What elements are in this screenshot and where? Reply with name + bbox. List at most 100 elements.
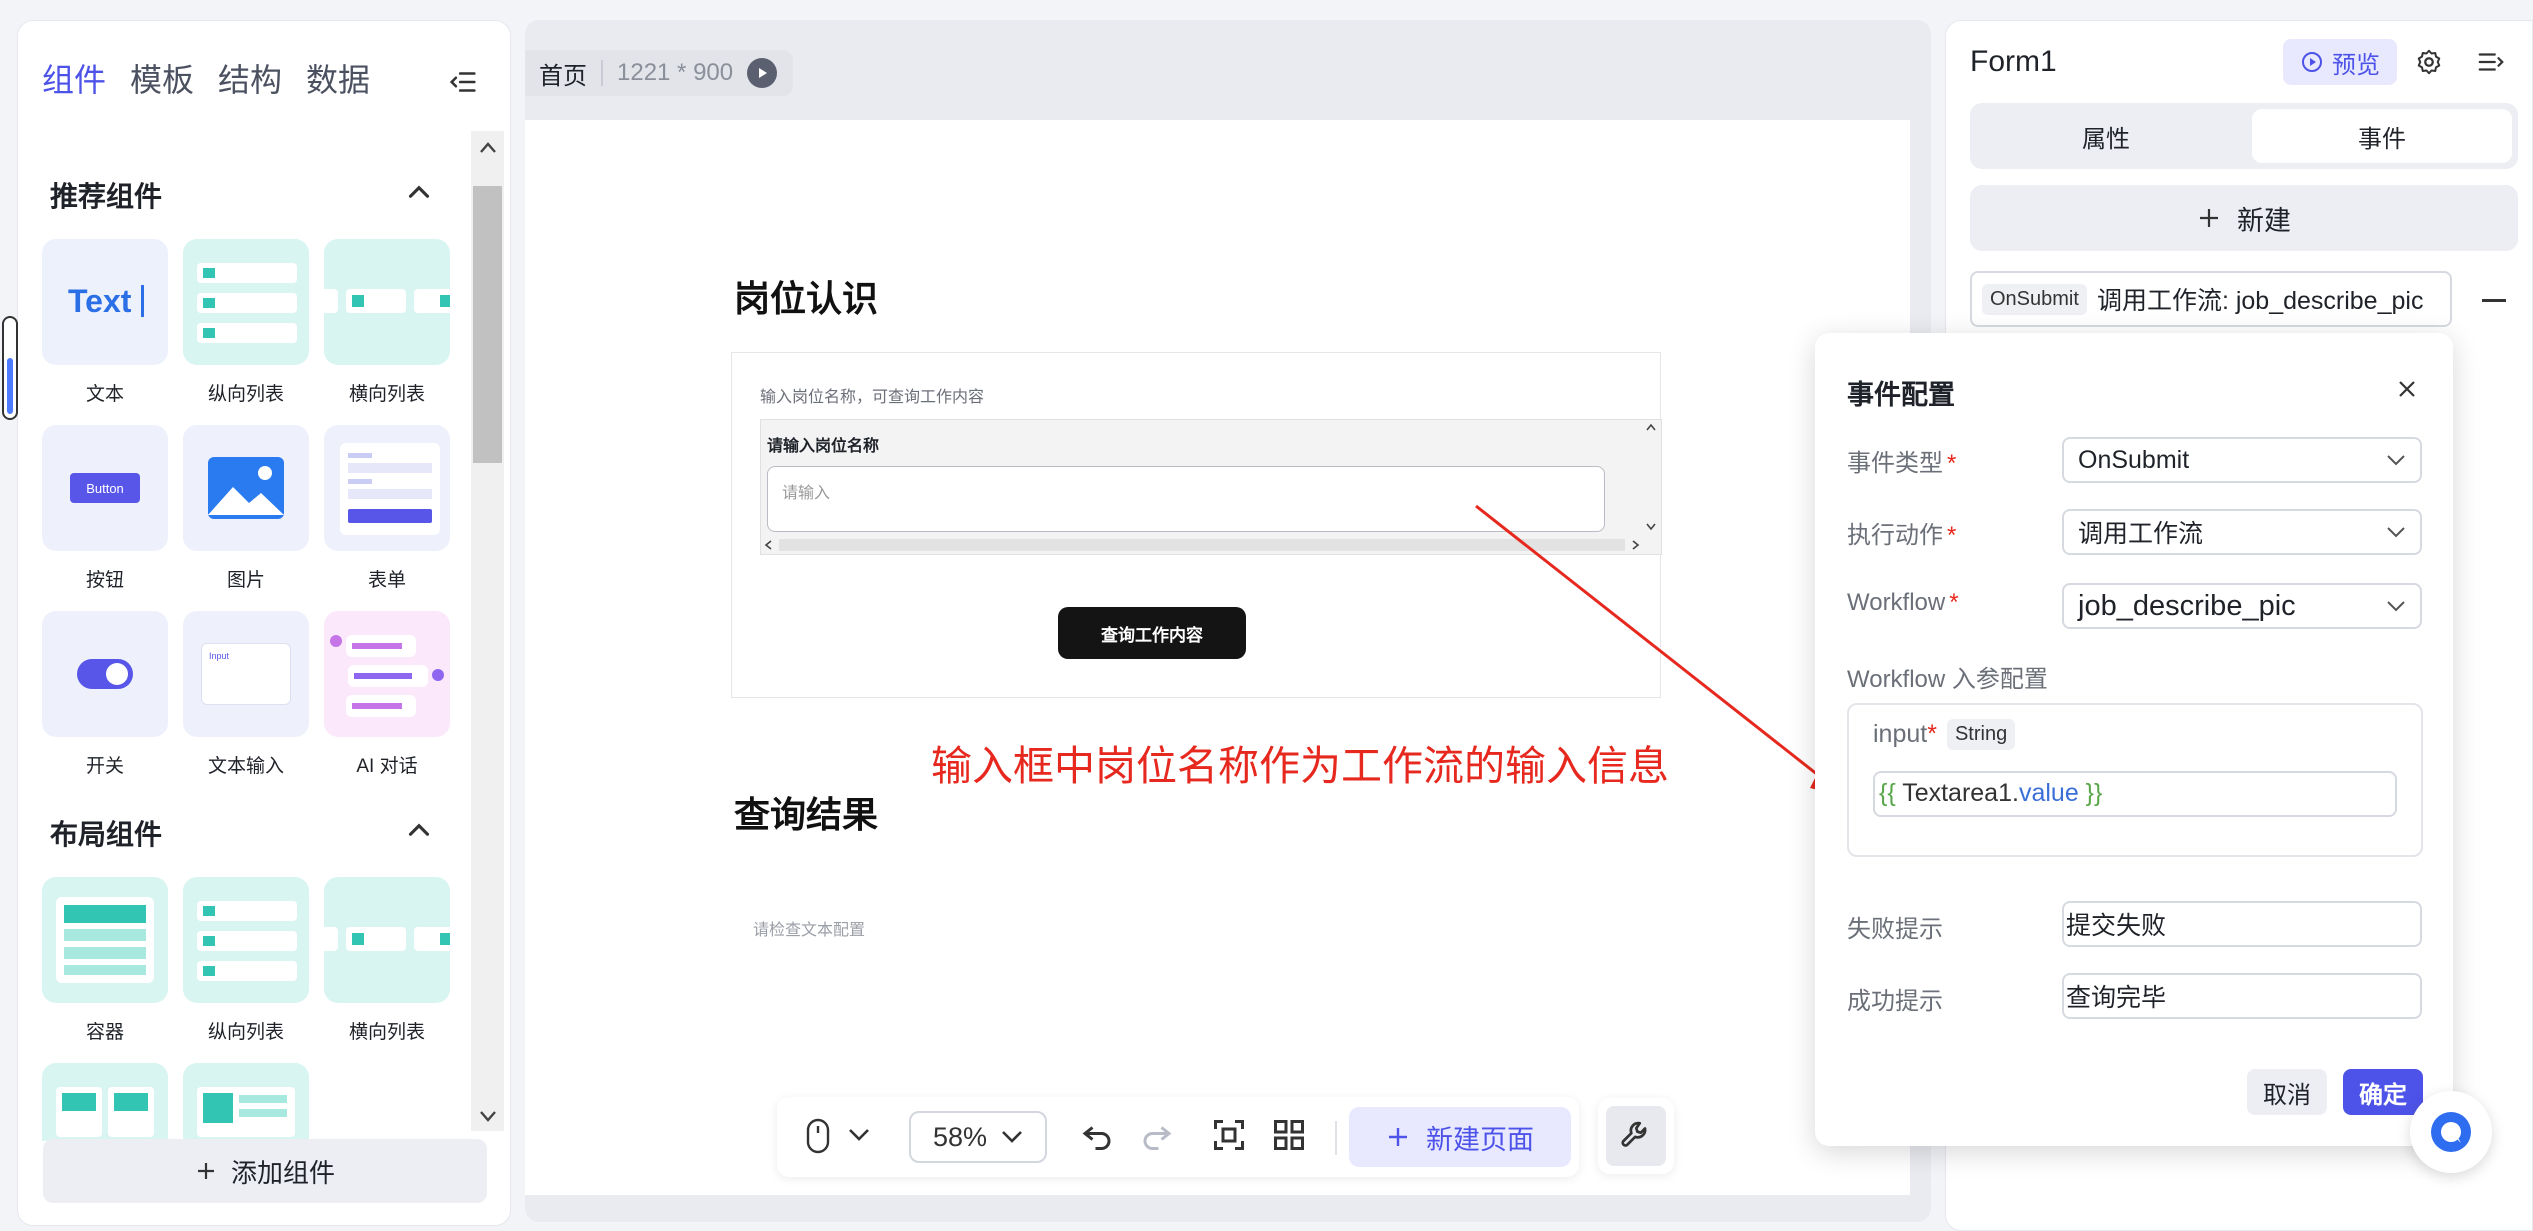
chevron-down-icon[interactable] xyxy=(847,1127,871,1143)
scroll-up-arrow-icon[interactable] xyxy=(471,133,504,163)
component-label: 表单 xyxy=(367,570,406,591)
toolbar-divider xyxy=(1335,1121,1337,1155)
page-name: 首页 xyxy=(539,62,587,90)
component-label: 开关 xyxy=(85,756,124,777)
component-button[interactable]: Button 按钮 xyxy=(42,425,168,592)
component-image[interactable]: 图片 xyxy=(183,425,309,592)
component-card-layout[interactable] xyxy=(183,1063,309,1141)
resize-handle[interactable] xyxy=(2,316,18,420)
param-name: input* String xyxy=(1873,719,2016,750)
card-layout-icon xyxy=(183,1063,309,1141)
workflow-params-label: Workflow 入参配置 xyxy=(1847,666,2048,693)
wrench-icon[interactable] xyxy=(1606,1106,1666,1166)
component-label: 容器 xyxy=(85,1022,124,1043)
close-icon[interactable] xyxy=(2395,377,2419,401)
success-message-input[interactable]: 查询完毕 xyxy=(2062,973,2422,1019)
event-type-select[interactable]: OnSubmit xyxy=(2062,437,2422,483)
chevron-down-icon xyxy=(2387,455,2405,466)
component-label: 横向列表 xyxy=(348,384,425,405)
zoom-select[interactable]: 58% xyxy=(909,1111,1047,1163)
textarea-label: 请输入岗位名称 xyxy=(767,438,880,455)
text-input-icon: Input xyxy=(183,611,309,737)
text-icon: Text xyxy=(42,239,168,365)
component-label: AI 对话 xyxy=(356,756,418,777)
add-component-button[interactable]: 添加组件 xyxy=(43,1139,487,1203)
component-container[interactable]: 容器 xyxy=(42,877,168,1044)
component-horizontal-list[interactable]: 横向列表 xyxy=(324,239,450,406)
cancel-button[interactable]: 取消 xyxy=(2247,1069,2327,1115)
query-button[interactable]: 查询工作内容 xyxy=(1058,607,1246,659)
event-type-value: OnSubmit xyxy=(2078,445,2190,474)
action-select[interactable]: 调用工作流 xyxy=(2062,509,2422,555)
panel-tabs: 属性 事件 xyxy=(1970,103,2518,169)
action-value: 调用工作流 xyxy=(2078,520,2204,548)
mouse-mode-icon[interactable] xyxy=(803,1117,833,1155)
param-type-tag: String xyxy=(1946,719,2016,750)
component-layout-horizontal-list[interactable]: 横向列表 xyxy=(324,877,450,1044)
divider xyxy=(601,60,603,86)
horizontal-list-icon xyxy=(324,877,450,1003)
container-icon xyxy=(42,877,168,1003)
event-item[interactable]: OnSubmit 调用工作流: job_describe_pic xyxy=(1970,271,2452,327)
component-panel: 组件 模板 结构 数据 推荐组件 Text 文本 纵向列表 横向列表 Butto… xyxy=(17,20,511,1226)
scrollbar-thumb[interactable] xyxy=(473,186,502,463)
chat-assistant-icon[interactable] xyxy=(2410,1091,2492,1173)
chevron-up-icon[interactable] xyxy=(402,175,436,209)
vertical-list-icon xyxy=(183,239,309,365)
page-tag[interactable]: 首页 1221 * 900 xyxy=(525,50,794,96)
dialog-title: 事件配置 xyxy=(1847,380,1955,410)
event-description: 调用工作流: job_describe_pic xyxy=(2096,287,2424,315)
input-preview: Input xyxy=(209,651,230,661)
component-label: 图片 xyxy=(226,570,265,591)
ai-chat-icon xyxy=(324,611,450,737)
undo-icon[interactable] xyxy=(1079,1117,1115,1153)
section-title-job: 岗位认识 xyxy=(734,278,879,319)
tab-properties[interactable]: 属性 xyxy=(1976,109,2236,163)
redo-icon[interactable] xyxy=(1139,1117,1175,1153)
section-title-result: 查询结果 xyxy=(734,794,879,835)
tab-structure[interactable]: 结构 xyxy=(218,55,282,101)
panel-tabs: 组件 模板 结构 数据 xyxy=(42,55,370,101)
remove-event-icon[interactable] xyxy=(2482,299,2506,302)
grid-layout-icon xyxy=(42,1063,168,1141)
new-page-button[interactable]: 新建页面 xyxy=(1349,1107,1571,1167)
chevron-up-icon[interactable] xyxy=(402,813,436,847)
action-label: 执行动作 * xyxy=(1847,522,1957,549)
gear-icon[interactable] xyxy=(2414,47,2444,77)
new-event-button[interactable]: 新建 xyxy=(1970,185,2518,251)
tab-data[interactable]: 数据 xyxy=(306,55,370,101)
component-text-input[interactable]: Input 文本输入 xyxy=(183,611,309,778)
page-size: 1221 * 900 xyxy=(617,59,734,86)
tab-components[interactable]: 组件 xyxy=(42,55,106,101)
result-text: 请检查文本配置 xyxy=(753,922,866,939)
preview-button[interactable]: 预览 xyxy=(2283,39,2397,85)
grid-view-icon[interactable] xyxy=(1271,1117,1307,1153)
event-type-tag: OnSubmit xyxy=(1982,283,2087,315)
confirm-button[interactable]: 确定 xyxy=(2343,1069,2423,1115)
new-page-label: 新建页面 xyxy=(1426,1124,1534,1155)
collapse-right-panel-icon[interactable] xyxy=(2476,47,2506,77)
tab-templates[interactable]: 模板 xyxy=(130,55,194,101)
component-layout-vertical-list[interactable]: 纵向列表 xyxy=(183,877,309,1044)
scroll-down-arrow-icon[interactable] xyxy=(471,1101,504,1131)
fail-message-input[interactable]: 提交失败 xyxy=(2062,901,2422,947)
collapse-panel-icon[interactable] xyxy=(446,65,480,99)
component-vertical-list[interactable]: 纵向列表 xyxy=(183,239,309,406)
plus-icon xyxy=(2200,209,2218,227)
switch-icon xyxy=(42,611,168,737)
component-ai-chat[interactable]: AI 对话 xyxy=(324,611,450,778)
fit-screen-icon[interactable] xyxy=(1211,1117,1247,1153)
component-form[interactable]: 表单 xyxy=(324,425,450,592)
component-text[interactable]: Text 文本 xyxy=(42,239,168,406)
tools-panel xyxy=(1598,1098,1674,1174)
workflow-select[interactable]: job_describe_pic xyxy=(2062,583,2422,629)
play-icon[interactable] xyxy=(747,58,778,88)
component-grid[interactable] xyxy=(42,1063,168,1141)
component-label: 横向列表 xyxy=(348,1022,425,1043)
tab-events[interactable]: 事件 xyxy=(2252,109,2512,163)
param-expression-input[interactable]: {{ Textarea1.value }} xyxy=(1873,771,2397,817)
image-icon xyxy=(183,425,309,551)
play-circle-icon xyxy=(2302,52,2322,72)
component-switch[interactable]: 开关 xyxy=(42,611,168,778)
event-type-label: 事件类型 * xyxy=(1847,450,1957,477)
